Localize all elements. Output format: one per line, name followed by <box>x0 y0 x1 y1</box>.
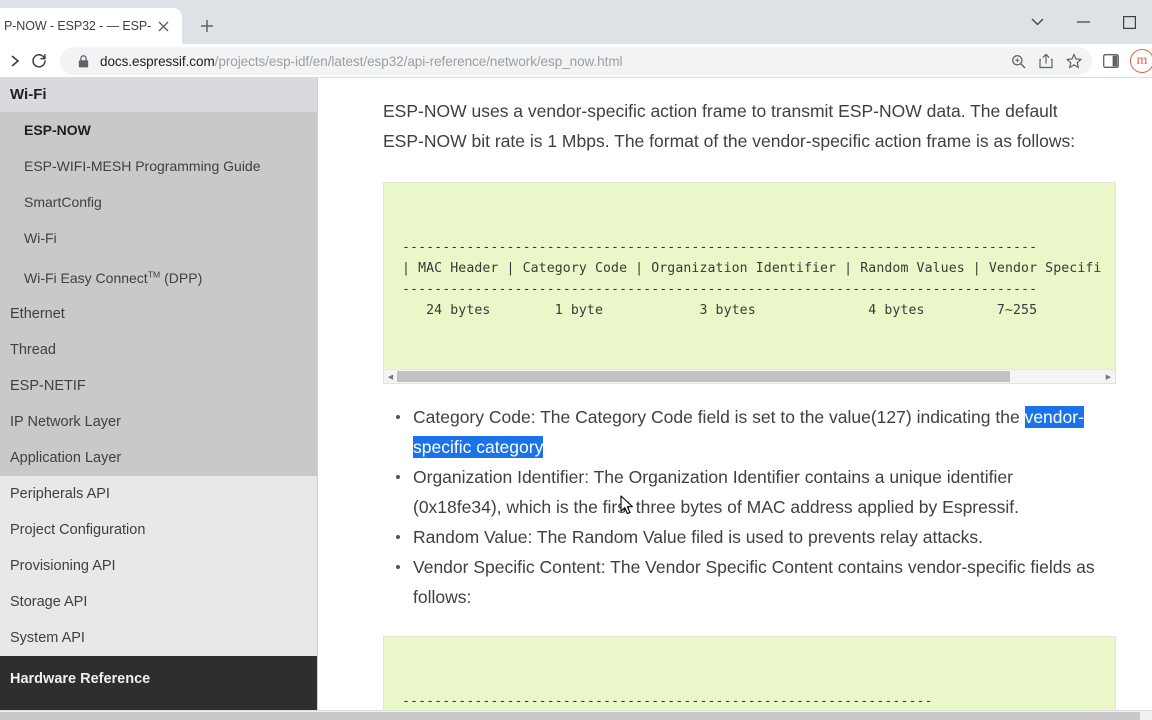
sidebar-item-wi-fi[interactable]: Wi-Fi <box>0 220 317 256</box>
close-icon[interactable] <box>152 15 174 37</box>
sidebar-item-ethernet[interactable]: Ethernet <box>0 295 317 332</box>
sidebar-item-label: System API <box>10 629 85 646</box>
list-item: Random Value: The Random Value filed is … <box>383 522 1103 552</box>
sidebar-item-label: Wi-Fi <box>10 86 47 103</box>
code-block-vendor-content: ----------------------------------------… <box>383 636 1116 720</box>
toolbar-right: m <box>1096 46 1152 76</box>
sidebar-item-label: SmartConfig <box>24 194 102 210</box>
sidebar-item-esp-netif[interactable]: ESP-NETIF <box>0 367 317 404</box>
maximize-button[interactable] <box>1106 0 1152 44</box>
sidebar-item-label: ESP-WIFI-MESH Programming Guide <box>24 158 261 174</box>
sidebar-item-smartconfig[interactable]: SmartConfig <box>0 184 317 220</box>
content-inner: ESP-NOW uses a vendor-specific action fr… <box>318 78 1152 720</box>
new-tab-button[interactable] <box>192 11 222 41</box>
sidebar-item-label: Storage API <box>10 593 88 610</box>
list-item: Vendor Specific Content: The Vendor Spec… <box>383 552 1103 612</box>
sidebar-item-ip-network-layer[interactable]: IP Network Layer <box>0 403 317 440</box>
sidebar-item-label: Ethernet <box>10 305 65 322</box>
intro-paragraph: ESP-NOW uses a vendor-specific action fr… <box>383 101 1076 151</box>
field-description-list: Category Code: The Category Code field i… <box>383 402 1124 612</box>
code-scroll-2: ----------------------------------------… <box>384 637 1115 720</box>
side-panel-icon[interactable] <box>1096 46 1126 76</box>
page-viewport: Wi-Fi ESP-NOW ESP-WIFI-MESH Programming Gu… <box>0 78 1152 720</box>
list-item-text: Category Code: The Category Code field i… <box>413 407 1025 427</box>
sidebar-item-label: ESP-NETIF <box>10 377 86 394</box>
url-text: docs.espressif.com/projects/esp-idf/en/l… <box>100 54 1004 69</box>
sidebar-item-label: Application Layer <box>10 449 122 466</box>
sidebar-item-project-configuration[interactable]: Project Configuration <box>0 512 317 548</box>
minimize-button[interactable] <box>1060 0 1106 44</box>
window-controls <box>1014 0 1152 44</box>
sidebar-item-label: Wi-Fi Easy ConnectTM (DPP) <box>24 269 203 286</box>
lock-icon <box>74 52 92 70</box>
omnibox-actions <box>1004 47 1088 75</box>
page-horizontal-scrollbar[interactable] <box>0 710 1152 720</box>
avatar[interactable]: m <box>1130 49 1152 73</box>
url-path: /projects/esp-idf/en/latest/esp32/api-re… <box>214 53 623 69</box>
sidebar-scroll-inner: Wi-Fi ESP-NOW ESP-WIFI-MESH Programming Gu… <box>0 78 317 720</box>
list-item-text: Random Value: The Random Value filed is … <box>413 527 984 547</box>
page-content: ESP-NOW uses a vendor-specific action fr… <box>318 78 1152 720</box>
sidebar-item-application-layer[interactable]: Application Layer <box>0 439 317 476</box>
sidebar-item-label: Peripherals API <box>10 485 110 502</box>
share-icon[interactable] <box>1032 47 1060 75</box>
sidebar-item-label: Hardware Reference <box>10 670 151 687</box>
bookmark-star-icon[interactable] <box>1060 47 1088 75</box>
sidebar-item-provisioning-api[interactable]: Provisioning API <box>0 548 317 584</box>
browser-window: P-NOW - ESP32 - — ESP-IDF P <box>0 0 1152 720</box>
code-scroll-1: ----------------------------------------… <box>384 183 1115 369</box>
code-block-action-frame: ----------------------------------------… <box>383 182 1116 384</box>
list-item-text: Vendor Specific Content: The Vendor Spec… <box>413 557 1095 607</box>
docs-sidebar[interactable]: Wi-Fi ESP-NOW ESP-WIFI-MESH Programming Gu… <box>0 78 318 720</box>
page-scrollbar-thumb[interactable] <box>0 712 1141 720</box>
browser-tab[interactable]: P-NOW - ESP32 - — ESP-IDF P <box>0 8 182 44</box>
scrollbar-thumb[interactable] <box>397 371 1011 382</box>
sidebar-item-esp-wifi-mesh-programming-guide[interactable]: ESP-WIFI-MESH Programming Guide <box>0 148 317 184</box>
scroll-left-arrow-icon[interactable]: ◀ <box>384 373 397 381</box>
sidebar-item-wi-fi[interactable]: Wi-Fi <box>0 78 317 112</box>
tab-title: P-NOW - ESP32 - — ESP-IDF P <box>4 19 152 33</box>
browser-toolbar: docs.espressif.com/projects/esp-idf/en/l… <box>0 44 1152 78</box>
code-text-1: ----------------------------------------… <box>402 240 1102 318</box>
sidebar-item-esp-now[interactable]: ESP-NOW <box>0 112 317 148</box>
sidebar-item-wi-fi-easy-connect-dpp[interactable]: Wi-Fi Easy ConnectTM (DPP) <box>0 256 317 296</box>
list-item-text: Organization Identifier: The Organizatio… <box>413 467 1019 517</box>
sidebar-item-label: Thread <box>10 341 56 358</box>
sidebar-item-label: ESP-NOW <box>24 122 91 138</box>
scrollbar-track[interactable] <box>397 371 1102 382</box>
sidebar-item-system-api[interactable]: System API <box>0 620 317 656</box>
chevron-down-icon[interactable] <box>1014 0 1060 44</box>
sidebar-item-label: Provisioning API <box>10 557 116 574</box>
forward-icon[interactable] <box>6 46 24 76</box>
url-host: docs.espressif.com <box>100 53 215 69</box>
list-item: Category Code: The Category Code field i… <box>383 402 1103 462</box>
zoom-icon[interactable] <box>1004 47 1032 75</box>
reload-icon[interactable] <box>24 46 54 76</box>
sidebar-item-peripherals-api[interactable]: Peripherals API <box>0 476 317 512</box>
scroll-right-arrow-icon[interactable]: ▶ <box>1102 373 1115 381</box>
sidebar-item-label: Wi-Fi <box>24 230 57 246</box>
tab-strip: P-NOW - ESP32 - — ESP-IDF P <box>0 0 1152 44</box>
address-bar[interactable]: docs.espressif.com/projects/esp-idf/en/l… <box>60 47 1092 75</box>
list-item: Organization Identifier: The Organizatio… <box>383 462 1103 522</box>
code-horizontal-scrollbar[interactable]: ◀ ▶ <box>384 369 1115 383</box>
sidebar-item-label: IP Network Layer <box>10 413 121 430</box>
sidebar-item-label: Project Configuration <box>10 521 146 538</box>
sidebar-item-storage-api[interactable]: Storage API <box>0 584 317 620</box>
sidebar-item-thread[interactable]: Thread <box>0 331 317 368</box>
